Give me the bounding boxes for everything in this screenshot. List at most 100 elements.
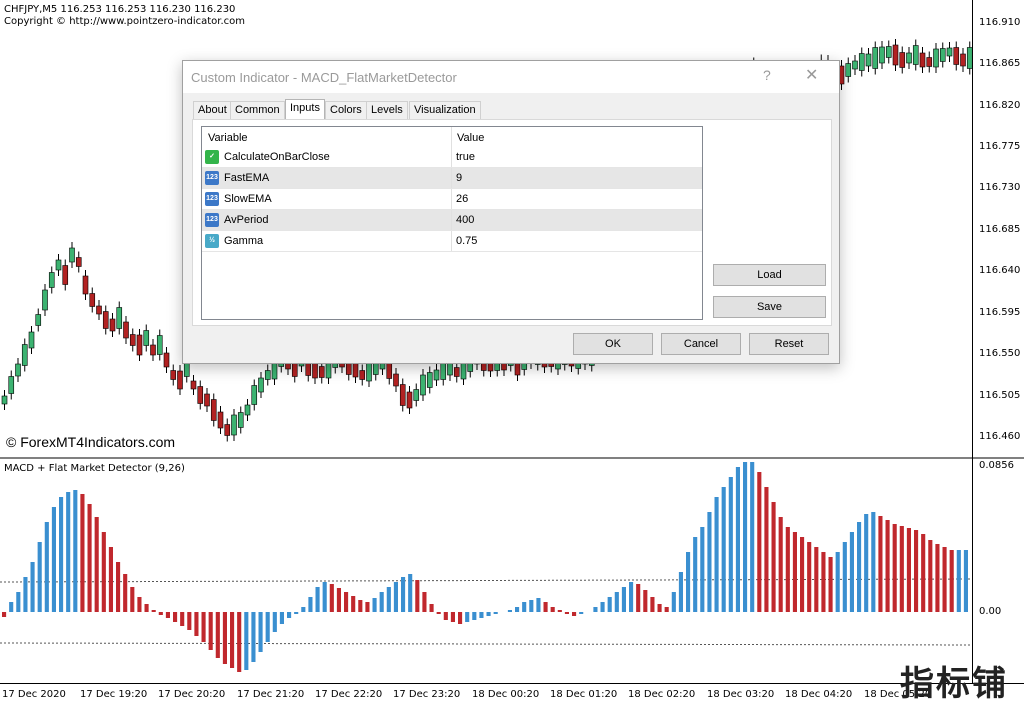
histogram-bar bbox=[821, 552, 826, 612]
candle-body bbox=[244, 404, 251, 416]
candle-body bbox=[197, 386, 204, 404]
cancel-button[interactable]: Cancel bbox=[661, 333, 741, 355]
candle-body bbox=[35, 314, 42, 326]
input-value[interactable]: true bbox=[456, 151, 475, 163]
histogram-bar bbox=[201, 612, 206, 642]
input-name: AvPeriod bbox=[224, 214, 269, 226]
histogram-bar bbox=[237, 612, 242, 672]
histogram-bar bbox=[721, 487, 726, 612]
histogram-bar bbox=[279, 612, 284, 624]
load-button[interactable]: Load bbox=[713, 264, 826, 286]
time-label: 18 Dec 03:20 bbox=[707, 689, 775, 700]
histogram-bar bbox=[365, 602, 370, 612]
price-axis[interactable]: 116.910 116.865 116.820 116.775 116.730 … bbox=[973, 0, 1024, 683]
tab-common[interactable]: Common bbox=[230, 101, 285, 119]
input-value[interactable]: 400 bbox=[456, 214, 474, 226]
input-row[interactable]: 123 AvPeriod 400 bbox=[202, 210, 702, 231]
cell-divider bbox=[451, 231, 452, 251]
histogram-bar bbox=[472, 612, 477, 620]
candle-body bbox=[177, 370, 183, 390]
histogram-bar bbox=[215, 612, 220, 658]
histogram-bar bbox=[37, 542, 42, 612]
input-row[interactable]: ✓ CalculateOnBarClose true bbox=[202, 147, 702, 168]
ok-button[interactable]: OK bbox=[573, 333, 653, 355]
price-label: 116.505 bbox=[979, 390, 1021, 401]
candle-body bbox=[453, 367, 460, 377]
tab-visualization[interactable]: Visualization bbox=[409, 101, 481, 119]
candle-body bbox=[872, 47, 879, 69]
time-axis[interactable]: 17 Dec 2020 17 Dec 19:20 17 Dec 20:20 17… bbox=[0, 683, 1024, 705]
help-icon[interactable]: ? bbox=[763, 67, 771, 83]
histogram-bar bbox=[899, 526, 904, 612]
histogram-bar bbox=[557, 610, 562, 612]
histogram-bar bbox=[693, 537, 698, 612]
input-row[interactable]: 123 SlowEMA 26 bbox=[202, 189, 702, 210]
tab-colors[interactable]: Colors bbox=[325, 101, 367, 119]
input-value[interactable]: 26 bbox=[456, 193, 468, 205]
close-icon[interactable]: ✕ bbox=[805, 65, 818, 85]
histogram-bar bbox=[657, 604, 662, 612]
input-row[interactable]: ½ Gamma 0.75 bbox=[202, 231, 702, 252]
candle-body bbox=[217, 411, 224, 429]
histogram-bar bbox=[73, 490, 78, 612]
input-row[interactable]: 123 FastEMA 9 bbox=[202, 168, 702, 189]
histogram-bar bbox=[408, 574, 413, 612]
histogram-bar bbox=[322, 582, 327, 612]
cell-divider bbox=[451, 210, 452, 230]
time-label: 17 Dec 19:20 bbox=[80, 689, 148, 700]
site-watermark: © ForexMT4Indicators.com bbox=[6, 434, 176, 450]
candle-body bbox=[953, 47, 960, 65]
histogram-bar bbox=[372, 598, 377, 612]
histogram-bar bbox=[564, 612, 569, 614]
candle-body bbox=[906, 52, 912, 64]
reset-button[interactable]: Reset bbox=[749, 333, 829, 355]
histogram-bar bbox=[956, 550, 961, 612]
histogram-bar bbox=[614, 592, 619, 612]
candle-body bbox=[143, 330, 150, 346]
candle-body bbox=[852, 60, 858, 70]
input-name: CalculateOnBarClose bbox=[224, 151, 330, 163]
corner-watermark: 指标铺 bbox=[900, 664, 1008, 704]
variable-column-header[interactable]: Variable bbox=[208, 132, 248, 144]
tab-levels[interactable]: Levels bbox=[366, 101, 408, 119]
histogram-bar bbox=[144, 604, 149, 612]
save-button[interactable]: Save bbox=[713, 296, 826, 318]
tab-about[interactable]: About bbox=[193, 101, 232, 119]
histogram-bar bbox=[807, 542, 812, 612]
lower-level-line bbox=[0, 642, 972, 646]
time-label: 17 Dec 2020 bbox=[2, 689, 66, 700]
price-label: 116.460 bbox=[979, 431, 1021, 442]
histogram-bar bbox=[194, 612, 199, 636]
histogram-bar bbox=[51, 507, 56, 612]
input-value[interactable]: 9 bbox=[456, 172, 462, 184]
column-divider[interactable] bbox=[451, 127, 452, 147]
tab-inputs[interactable]: Inputs bbox=[285, 99, 325, 120]
histogram-bar bbox=[486, 612, 491, 616]
histogram-bar bbox=[258, 612, 263, 652]
time-label: 17 Dec 23:20 bbox=[393, 689, 461, 700]
histogram-bar bbox=[885, 520, 890, 612]
price-label: 116.910 bbox=[979, 17, 1021, 28]
candle-body bbox=[163, 352, 170, 368]
value-column-header[interactable]: Value bbox=[457, 132, 484, 144]
input-value[interactable]: 0.75 bbox=[456, 235, 477, 247]
candle-body bbox=[116, 307, 123, 329]
int-icon: 123 bbox=[205, 213, 219, 227]
histogram-bar bbox=[764, 487, 769, 612]
histogram-bar bbox=[244, 612, 249, 670]
dialog-titlebar[interactable]: Custom Indicator - MACD_FlatMarketDetect… bbox=[183, 61, 839, 93]
histogram-bar bbox=[664, 607, 669, 612]
histogram-bar bbox=[251, 612, 256, 662]
candle-body bbox=[129, 334, 136, 346]
histogram-bar bbox=[700, 527, 705, 612]
histogram-bar bbox=[778, 517, 783, 612]
histogram-bar bbox=[942, 547, 947, 612]
histogram-bar bbox=[30, 562, 35, 612]
time-label: 18 Dec 00:20 bbox=[472, 689, 540, 700]
indicator-pane[interactable] bbox=[0, 459, 972, 683]
histogram-bar bbox=[906, 528, 911, 612]
cell-divider bbox=[451, 168, 452, 188]
histogram-bar bbox=[629, 582, 634, 612]
histogram-bar bbox=[735, 467, 740, 612]
histogram-bar bbox=[265, 612, 270, 642]
